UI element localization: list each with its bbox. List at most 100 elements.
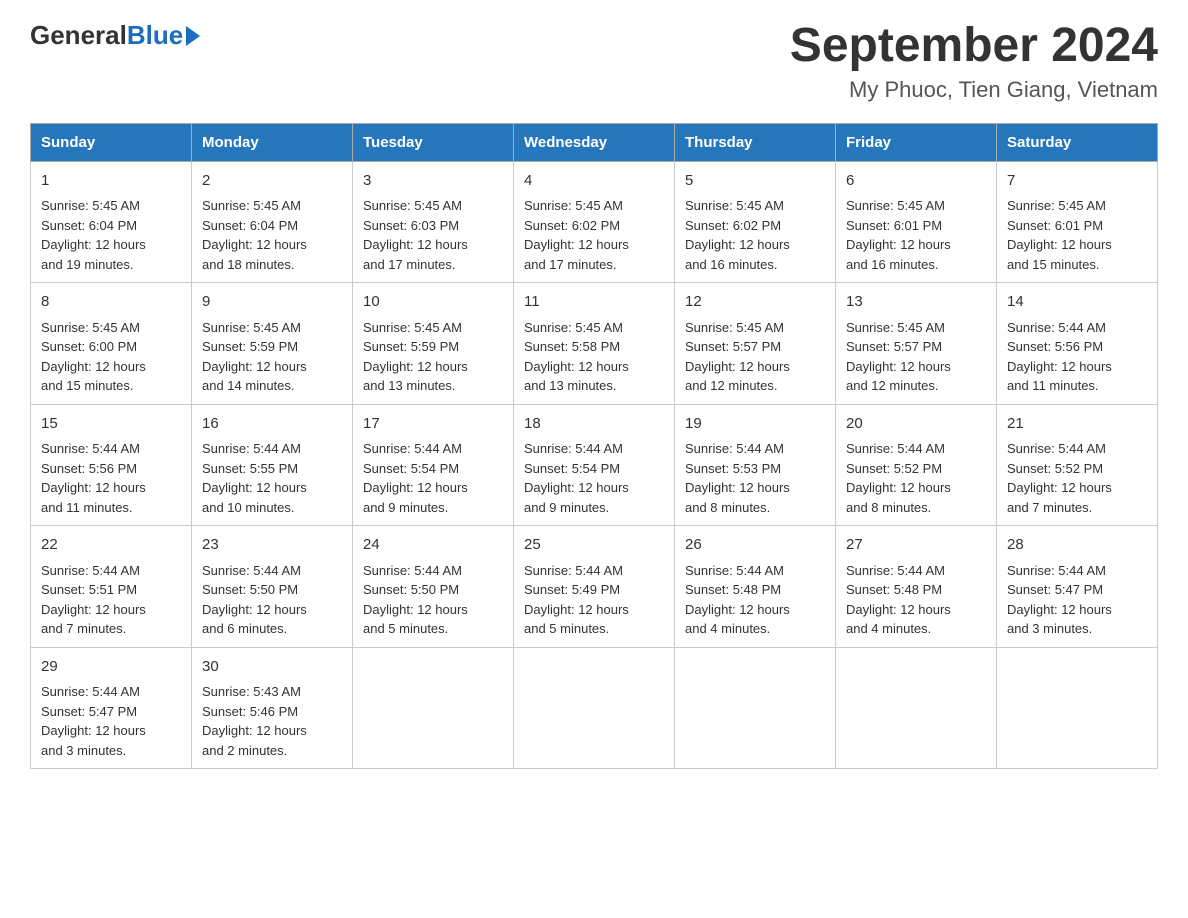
day-number: 6 bbox=[846, 170, 986, 193]
logo-arrow-icon bbox=[186, 26, 200, 46]
calendar-cell bbox=[514, 647, 675, 769]
calendar-cell: 7 Sunrise: 5:45 AMSunset: 6:01 PMDaylight… bbox=[997, 161, 1158, 283]
day-number: 13 bbox=[846, 291, 986, 314]
day-header-tuesday: Tuesday bbox=[353, 123, 514, 161]
calendar-cell bbox=[836, 647, 997, 769]
calendar-body: 1 Sunrise: 5:45 AMSunset: 6:04 PMDaylight… bbox=[31, 161, 1158, 769]
day-number: 30 bbox=[202, 656, 342, 679]
week-row-1: 1 Sunrise: 5:45 AMSunset: 6:04 PMDaylight… bbox=[31, 161, 1158, 283]
cell-sun-info: Sunrise: 5:43 AMSunset: 5:46 PMDaylight:… bbox=[202, 682, 342, 760]
calendar-cell: 29 Sunrise: 5:44 AMSunset: 5:47 PMDayligh… bbox=[31, 647, 192, 769]
calendar-cell: 28 Sunrise: 5:44 AMSunset: 5:47 PMDayligh… bbox=[997, 526, 1158, 648]
day-number: 16 bbox=[202, 413, 342, 436]
calendar-cell: 5 Sunrise: 5:45 AMSunset: 6:02 PMDaylight… bbox=[675, 161, 836, 283]
calendar-cell bbox=[997, 647, 1158, 769]
calendar-cell bbox=[675, 647, 836, 769]
cell-sun-info: Sunrise: 5:44 AMSunset: 5:50 PMDaylight:… bbox=[202, 561, 342, 639]
calendar-cell: 1Sunrise: 5:45 AMSunset: 6:04 PMDaylight… bbox=[31, 161, 192, 283]
calendar-cell: 11 Sunrise: 5:45 AMSunset: 5:58 PMDayligh… bbox=[514, 283, 675, 405]
day-number: 12 bbox=[685, 291, 825, 314]
calendar-cell: 6 Sunrise: 5:45 AMSunset: 6:01 PMDaylight… bbox=[836, 161, 997, 283]
day-header-wednesday: Wednesday bbox=[514, 123, 675, 161]
logo: General Blue bbox=[30, 20, 200, 51]
logo-blue-text: Blue bbox=[127, 20, 183, 51]
calendar-cell: 3 Sunrise: 5:45 AMSunset: 6:03 PMDaylight… bbox=[353, 161, 514, 283]
day-header-monday: Monday bbox=[192, 123, 353, 161]
calendar-cell: 30 Sunrise: 5:43 AMSunset: 5:46 PMDayligh… bbox=[192, 647, 353, 769]
day-number: 26 bbox=[685, 534, 825, 557]
cell-sun-info: Sunrise: 5:44 AMSunset: 5:48 PMDaylight:… bbox=[685, 561, 825, 639]
month-title: September 2024 bbox=[790, 20, 1158, 73]
day-number: 4 bbox=[524, 170, 664, 193]
page-header: General Blue September 2024 My Phuoc, Ti… bbox=[30, 20, 1158, 103]
cell-sun-info: Sunrise: 5:45 AMSunset: 6:00 PMDaylight:… bbox=[41, 318, 181, 396]
week-row-5: 29 Sunrise: 5:44 AMSunset: 5:47 PMDayligh… bbox=[31, 647, 1158, 769]
calendar-cell bbox=[353, 647, 514, 769]
day-number: 27 bbox=[846, 534, 986, 557]
calendar-cell: 27 Sunrise: 5:44 AMSunset: 5:48 PMDayligh… bbox=[836, 526, 997, 648]
cell-sun-info: Sunrise: 5:45 AMSunset: 6:02 PMDaylight:… bbox=[685, 196, 825, 274]
calendar-cell: 14Sunrise: 5:44 AMSunset: 5:56 PMDayligh… bbox=[997, 283, 1158, 405]
day-number: 18 bbox=[524, 413, 664, 436]
calendar-cell: 21 Sunrise: 5:44 AMSunset: 5:52 PMDayligh… bbox=[997, 404, 1158, 526]
cell-sun-info: Sunrise: 5:45 AMSunset: 5:58 PMDaylight:… bbox=[524, 318, 664, 396]
cell-sun-info: Sunrise: 5:45 AMSunset: 6:01 PMDaylight:… bbox=[1007, 196, 1147, 274]
calendar-cell: 13 Sunrise: 5:45 AMSunset: 5:57 PMDayligh… bbox=[836, 283, 997, 405]
day-number: 8 bbox=[41, 291, 181, 314]
calendar-cell: 12 Sunrise: 5:45 AMSunset: 5:57 PMDayligh… bbox=[675, 283, 836, 405]
week-row-3: 15Sunrise: 5:44 AMSunset: 5:56 PMDayligh… bbox=[31, 404, 1158, 526]
cell-sun-info: Sunrise: 5:44 AMSunset: 5:52 PMDaylight:… bbox=[1007, 439, 1147, 517]
day-number: 17 bbox=[363, 413, 503, 436]
day-number: 22 bbox=[41, 534, 181, 557]
cell-sun-info: Sunrise: 5:45 AMSunset: 6:02 PMDaylight:… bbox=[524, 196, 664, 274]
cell-sun-info: Sunrise: 5:45 AMSunset: 6:03 PMDaylight:… bbox=[363, 196, 503, 274]
day-header-saturday: Saturday bbox=[997, 123, 1158, 161]
cell-sun-info: Sunrise: 5:45 AMSunset: 6:04 PMDaylight:… bbox=[202, 196, 342, 274]
cell-sun-info: Sunrise: 5:44 AMSunset: 5:52 PMDaylight:… bbox=[846, 439, 986, 517]
cell-sun-info: Sunrise: 5:44 AMSunset: 5:53 PMDaylight:… bbox=[685, 439, 825, 517]
day-number: 29 bbox=[41, 656, 181, 679]
calendar-cell: 17Sunrise: 5:44 AMSunset: 5:54 PMDayligh… bbox=[353, 404, 514, 526]
day-number: 9 bbox=[202, 291, 342, 314]
cell-sun-info: Sunrise: 5:44 AMSunset: 5:48 PMDaylight:… bbox=[846, 561, 986, 639]
day-number: 1 bbox=[41, 170, 181, 193]
day-header-sunday: Sunday bbox=[31, 123, 192, 161]
calendar-cell: 24Sunrise: 5:44 AMSunset: 5:50 PMDayligh… bbox=[353, 526, 514, 648]
day-number: 7 bbox=[1007, 170, 1147, 193]
day-number: 23 bbox=[202, 534, 342, 557]
calendar-cell: 18 Sunrise: 5:44 AMSunset: 5:54 PMDayligh… bbox=[514, 404, 675, 526]
cell-sun-info: Sunrise: 5:44 AMSunset: 5:47 PMDaylight:… bbox=[41, 682, 181, 760]
cell-sun-info: Sunrise: 5:44 AMSunset: 5:49 PMDaylight:… bbox=[524, 561, 664, 639]
day-number: 15 bbox=[41, 413, 181, 436]
calendar-cell: 23 Sunrise: 5:44 AMSunset: 5:50 PMDayligh… bbox=[192, 526, 353, 648]
week-row-2: 8 Sunrise: 5:45 AMSunset: 6:00 PMDaylight… bbox=[31, 283, 1158, 405]
days-of-week-row: SundayMondayTuesdayWednesdayThursdayFrid… bbox=[31, 123, 1158, 161]
cell-sun-info: Sunrise: 5:45 AMSunset: 5:57 PMDaylight:… bbox=[846, 318, 986, 396]
day-number: 2 bbox=[202, 170, 342, 193]
day-number: 28 bbox=[1007, 534, 1147, 557]
calendar-cell: 8 Sunrise: 5:45 AMSunset: 6:00 PMDaylight… bbox=[31, 283, 192, 405]
calendar-cell: 26 Sunrise: 5:44 AMSunset: 5:48 PMDayligh… bbox=[675, 526, 836, 648]
cell-sun-info: Sunrise: 5:44 AMSunset: 5:51 PMDaylight:… bbox=[41, 561, 181, 639]
cell-sun-info: Sunrise: 5:45 AMSunset: 6:01 PMDaylight:… bbox=[846, 196, 986, 274]
calendar-cell: 15Sunrise: 5:44 AMSunset: 5:56 PMDayligh… bbox=[31, 404, 192, 526]
cell-sun-info: Sunrise: 5:44 AMSunset: 5:54 PMDaylight:… bbox=[524, 439, 664, 517]
day-number: 5 bbox=[685, 170, 825, 193]
cell-sun-info: Sunrise: 5:44 AMSunset: 5:55 PMDaylight:… bbox=[202, 439, 342, 517]
location-title: My Phuoc, Tien Giang, Vietnam bbox=[790, 77, 1158, 103]
day-number: 20 bbox=[846, 413, 986, 436]
day-number: 19 bbox=[685, 413, 825, 436]
day-number: 14 bbox=[1007, 291, 1147, 314]
title-area: September 2024 My Phuoc, Tien Giang, Vie… bbox=[790, 20, 1158, 103]
cell-sun-info: Sunrise: 5:45 AMSunset: 5:57 PMDaylight:… bbox=[685, 318, 825, 396]
day-number: 21 bbox=[1007, 413, 1147, 436]
calendar-cell: 25Sunrise: 5:44 AMSunset: 5:49 PMDayligh… bbox=[514, 526, 675, 648]
day-number: 3 bbox=[363, 170, 503, 193]
day-number: 11 bbox=[524, 291, 664, 314]
day-number: 10 bbox=[363, 291, 503, 314]
cell-sun-info: Sunrise: 5:44 AMSunset: 5:47 PMDaylight:… bbox=[1007, 561, 1147, 639]
calendar-cell: 4 Sunrise: 5:45 AMSunset: 6:02 PMDaylight… bbox=[514, 161, 675, 283]
week-row-4: 22 Sunrise: 5:44 AMSunset: 5:51 PMDayligh… bbox=[31, 526, 1158, 648]
calendar-cell: 2 Sunrise: 5:45 AMSunset: 6:04 PMDaylight… bbox=[192, 161, 353, 283]
calendar-cell: 20 Sunrise: 5:44 AMSunset: 5:52 PMDayligh… bbox=[836, 404, 997, 526]
